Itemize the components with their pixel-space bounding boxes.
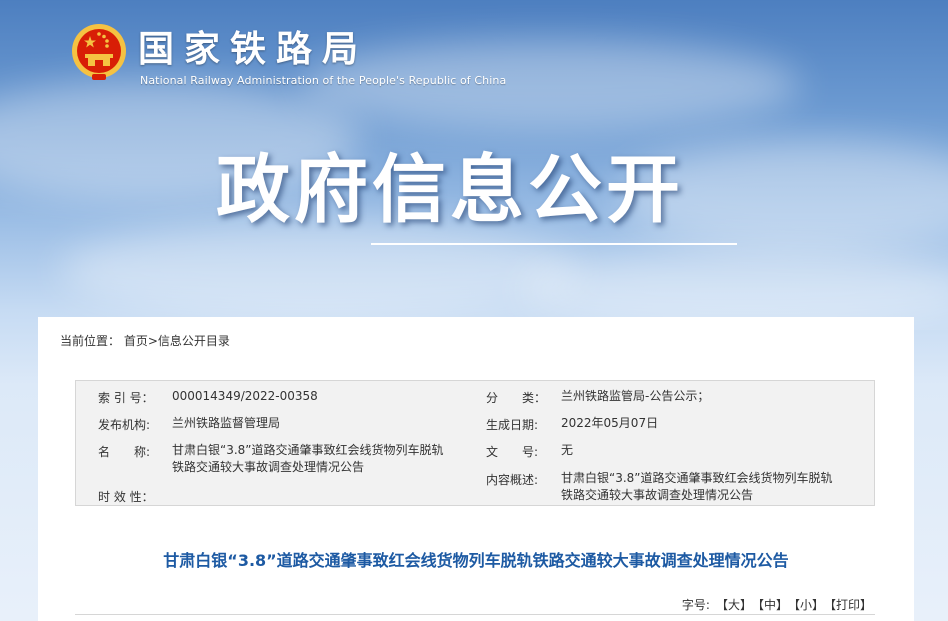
index-label: 索 引 号： (98, 391, 154, 405)
docno-label: 文 号: (486, 445, 539, 459)
summary-value-line1: 甘肃白银“3.8”道路交通肇事致红会线货物列车脱轨 (561, 471, 833, 485)
font-size-large-button[interactable]: 【大】 (716, 598, 752, 612)
name-value-line2: 铁路交通较大事故调查处理情况公告 (172, 460, 365, 474)
breadcrumb-prefix: 当前位置： (60, 334, 121, 348)
breadcrumb: 当前位置： 首页>信息公开目录 (60, 332, 230, 349)
issuer-label: 发布机构: (98, 418, 151, 432)
banner-divider (371, 243, 737, 245)
national-emblem-icon[interactable] (70, 22, 128, 84)
index-value: 000014349/2022-00358 (172, 389, 318, 403)
category-value: 兰州铁路监管局-公告公示； (561, 389, 710, 403)
summary-label: 内容概述: (486, 473, 539, 487)
content-panel: 当前位置： 首页>信息公开目录 索 引 号： 000014349/2022-00… (38, 317, 914, 621)
font-size-small-button[interactable]: 【小】 (794, 598, 824, 612)
banner-title: 政府信息公开 (216, 147, 684, 233)
issuer-value: 兰州铁路监督管理局 (172, 416, 281, 430)
category-label: 分 类： (486, 391, 547, 405)
breadcrumb-current-link[interactable]: 信息公开目录 (158, 334, 230, 348)
print-button[interactable]: 【打印】 (830, 598, 872, 612)
summary-value-line2: 铁路交通较大事故调查处理情况公告 (561, 488, 754, 502)
name-label: 名 称: (98, 445, 151, 459)
font-size-medium-button[interactable]: 【中】 (758, 598, 788, 612)
document-metadata-table: 索 引 号： 000014349/2022-00358 分 类： 兰州铁路监管局… (75, 380, 875, 506)
title-divider (75, 614, 875, 615)
name-value-line1: 甘肃白银“3.8”道路交通肇事致红会线货物列车脱轨 (172, 443, 444, 457)
breadcrumb-separator: > (147, 334, 158, 348)
agency-name-cn[interactable]: 国家铁路局 (138, 30, 368, 70)
agency-name-en: National Railway Administration of the P… (140, 74, 507, 87)
docno-value: 无 (561, 443, 574, 457)
font-size-label: 字号: (681, 598, 710, 612)
font-size-controls: 字号: 【大】 【中】 【小】 【打印】 (682, 596, 872, 613)
date-label: 生成日期: (486, 418, 539, 432)
breadcrumb-home-link[interactable]: 首页 (124, 334, 148, 348)
validity-label: 时 效 性： (98, 490, 154, 504)
article-title: 甘肃白银“3.8”道路交通肇事致红会线货物列车脱轨铁路交通较大事故调查处理情况公… (163, 551, 789, 570)
date-value: 2022年05月07日 (561, 416, 659, 430)
